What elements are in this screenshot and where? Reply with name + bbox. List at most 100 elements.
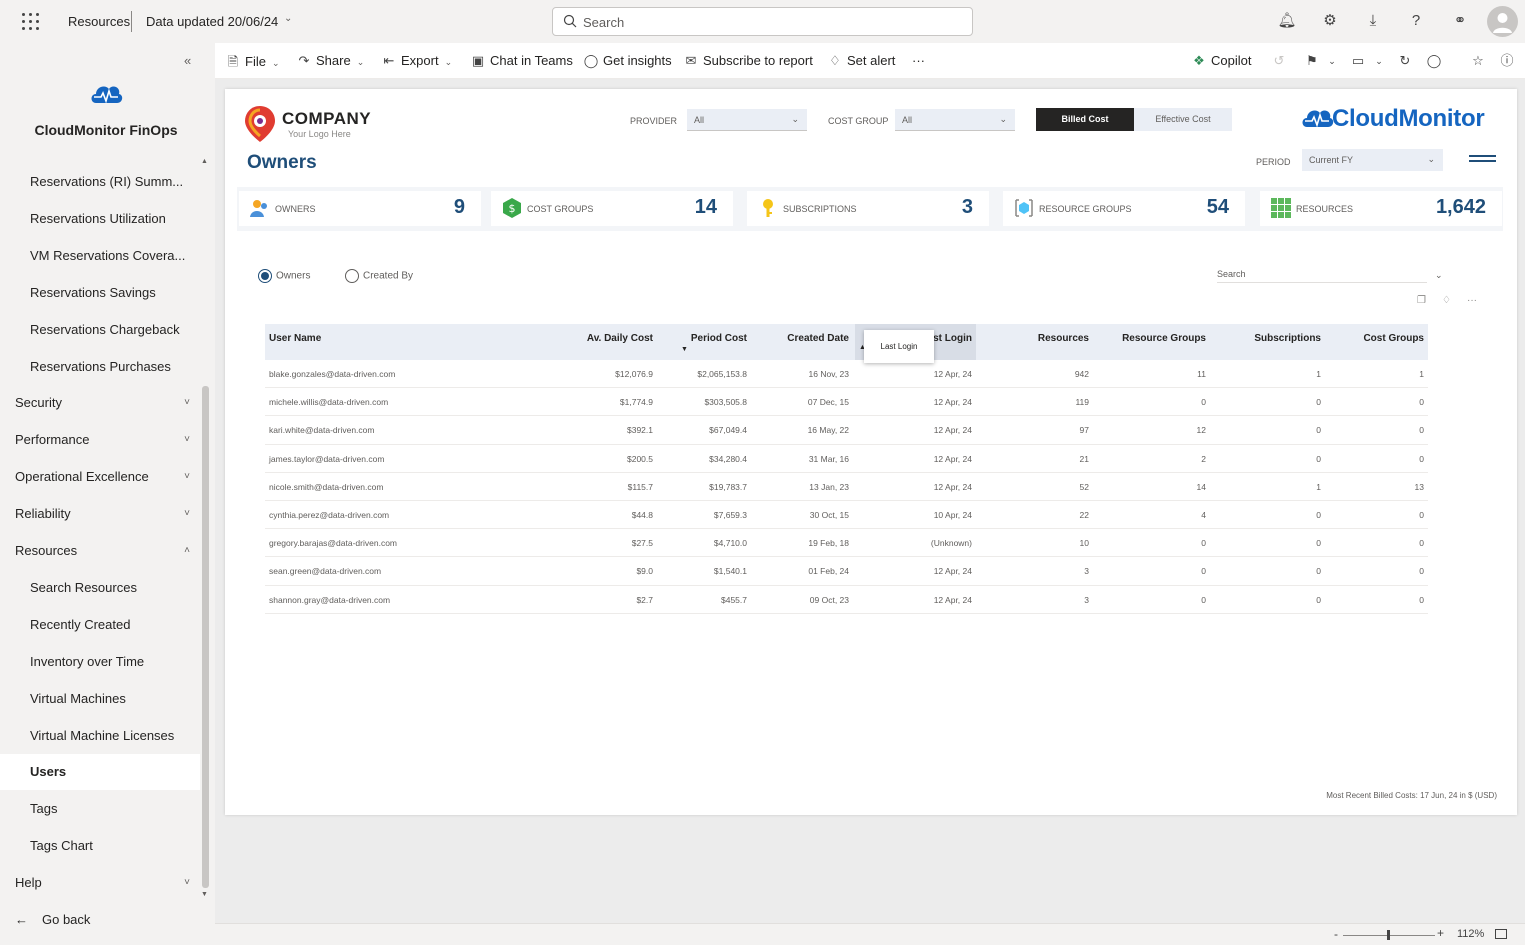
data-updated-label[interactable]: Data updated 20/06/24 <box>146 14 278 29</box>
table-cell: 13 Jan, 23 <box>809 481 849 492</box>
table-cell: $27.5 <box>631 538 653 549</box>
provider-filter-dropdown[interactable]: All ⌄ <box>687 109 807 131</box>
help-question-icon[interactable]: ? <box>1406 11 1426 31</box>
more-options-button[interactable]: ··· <box>912 53 925 68</box>
export-menu[interactable]: ⇤ Export ⌄ <box>381 53 453 69</box>
global-search-input[interactable]: Search <box>552 7 973 36</box>
table-cell: 0 <box>1201 566 1206 577</box>
sidebar-item-tags[interactable]: Tags <box>0 791 200 827</box>
sidebar-item-resources[interactable]: Resources ˄ <box>0 533 200 569</box>
copy-visual-icon[interactable]: ❐ <box>1417 295 1426 306</box>
chevron-down-icon[interactable]: ⌄ <box>1435 270 1443 281</box>
sidebar-item-recently-created[interactable]: Recently Created <box>0 607 200 643</box>
share-people-icon[interactable]: ⚭ <box>1450 11 1470 31</box>
view-icon[interactable]: ▭ <box>1349 52 1367 70</box>
sidebar-item-operational-excellence[interactable]: Operational Excellence ˅ <box>0 459 200 495</box>
cost-group-filter-dropdown[interactable]: All ⌄ <box>895 109 1015 131</box>
table-row[interactable]: blake.gonzales@data-driven.com $12,076.9 $… <box>265 360 1428 389</box>
column-header-av-daily-cost[interactable]: Av. Daily Cost <box>515 324 653 360</box>
sidebar-item-label: Virtual Machine Licenses <box>30 727 175 743</box>
table-row[interactable]: james.taylor@data-driven.com $200.5 $34,28… <box>265 445 1428 473</box>
sidebar-item-inventory-over-time[interactable]: Inventory over Time <box>0 644 200 680</box>
sidebar-item-vm-reservations-covera[interactable]: VM Reservations Covera... <box>0 238 200 274</box>
table-row[interactable]: cynthia.perez@data-driven.com $44.8 $7,659… <box>265 501 1428 530</box>
sidebar-item-virtual-machines[interactable]: Virtual Machines <box>0 681 200 717</box>
company-logo-icon <box>245 106 275 142</box>
notifications-bell-icon[interactable]: 🔔︎ <box>1277 11 1297 31</box>
sidebar-item-security[interactable]: Security ˅ <box>0 385 200 421</box>
hamburger-menu-icon[interactable] <box>1469 155 1496 167</box>
settings-gear-icon[interactable]: ⚙ <box>1320 11 1340 31</box>
scroll-down-arrow[interactable]: ▼ <box>201 891 208 898</box>
collapse-sidebar-icon[interactable]: « <box>184 53 191 68</box>
table-row[interactable]: kari.white@data-driven.com $392.1 $67,049.… <box>265 416 1428 445</box>
owners-radio[interactable]: Owners <box>258 269 310 283</box>
created-by-radio[interactable]: Created By <box>345 269 413 283</box>
table-row[interactable]: shannon.gray@data-driven.com $2.7 $455.7 09… <box>265 586 1428 614</box>
sidebar-item-reservations-ri-summ[interactable]: Reservations (RI) Summ... <box>0 164 200 200</box>
table-row[interactable]: nicole.smith@data-driven.com $115.7 $19,78… <box>265 473 1428 501</box>
chat-in-teams-button[interactable]: ▣ Chat in Teams <box>470 53 573 69</box>
table-row[interactable]: gregory.barajas@data-driven.com $27.5 $4,7… <box>265 529 1428 558</box>
fit-to-page-icon[interactable] <box>1495 929 1507 939</box>
sidebar-item-users[interactable]: Users <box>0 754 200 791</box>
zoom-level[interactable]: 112% <box>1457 928 1484 940</box>
refresh-icon[interactable]: ↻ <box>1396 52 1414 70</box>
table-search-input[interactable]: Search <box>1217 269 1427 283</box>
subscribe-button[interactable]: ✉ Subscribe to report <box>683 53 813 69</box>
share-menu[interactable]: ↷ Share ⌄ <box>296 53 365 69</box>
sidebar-item-label: Search Resources <box>30 579 137 595</box>
zoom-out-button[interactable]: - <box>1334 927 1338 941</box>
chevron-down-icon[interactable]: ⌄ <box>1323 52 1341 70</box>
pin-alert-icon[interactable]: ♢ <box>1442 295 1451 306</box>
table-cell: 07 Dec, 15 <box>807 397 849 408</box>
sidebar-item-reservations-purchases[interactable]: Reservations Purchases <box>0 349 200 385</box>
undo-icon[interactable]: ↺ <box>1270 52 1288 70</box>
copilot-button[interactable]: ❖ Copilot <box>1191 53 1251 69</box>
scroll-up-arrow[interactable]: ▲ <box>201 158 208 165</box>
column-header-resources[interactable]: Resources <box>1005 324 1089 360</box>
user-avatar[interactable] <box>1487 6 1518 37</box>
column-header-user-name[interactable]: User Name <box>269 324 469 360</box>
billed-cost-toggle[interactable]: Billed Cost <box>1036 108 1134 131</box>
period-filter-dropdown[interactable]: Current FY ⌄ <box>1302 149 1443 171</box>
get-insights-button[interactable]: ◯ Get insights <box>583 53 672 69</box>
column-header-created-date[interactable]: Created Date <box>765 324 849 360</box>
effective-cost-toggle[interactable]: Effective Cost <box>1134 108 1232 131</box>
breadcrumb[interactable]: Resources <box>68 14 130 29</box>
column-header-subscriptions[interactable]: Subscriptions <box>1225 324 1321 360</box>
more-options-icon[interactable]: ··· <box>1467 295 1477 306</box>
comment-icon[interactable]: ◯ <box>1425 52 1443 70</box>
set-alert-button[interactable]: ♢ Set alert <box>827 53 895 69</box>
table-row[interactable]: michele.willis@data-driven.com $1,774.9 $3… <box>265 388 1428 417</box>
column-header-period-cost[interactable]: Period Cost <box>675 324 747 360</box>
sidebar-item-reservations-utilization[interactable]: Reservations Utilization <box>0 201 200 237</box>
sidebar-item-search-resources[interactable]: Search Resources <box>0 570 200 606</box>
info-icon[interactable]: ⓘ <box>1498 52 1516 70</box>
favorite-star-icon[interactable]: ☆ <box>1469 52 1487 70</box>
download-icon[interactable]: ⤓ <box>1363 11 1383 31</box>
sidebar-item-reservations-chargeback[interactable]: Reservations Chargeback <box>0 312 200 348</box>
sidebar-item-help[interactable]: Help ˅ <box>0 865 200 901</box>
file-label: File <box>245 54 266 69</box>
column-header-resource-groups[interactable]: Resource Groups <box>1105 324 1206 360</box>
table-cell: 16 May, 22 <box>807 425 849 436</box>
chevron-down-icon[interactable]: ⌄ <box>1370 52 1388 70</box>
chevron-down-icon[interactable]: ⌄ <box>284 13 292 24</box>
sidebar-scrollbar[interactable] <box>202 386 209 888</box>
sidebar-item-reservations-savings[interactable]: Reservations Savings <box>0 275 200 311</box>
column-header-cost-groups[interactable]: Cost Groups <box>1335 324 1424 360</box>
sidebar-item-tags-chart[interactable]: Tags Chart <box>0 828 200 864</box>
app-launcher-icon[interactable] <box>22 13 40 31</box>
sidebar-item-go-back[interactable]: ← Go back <box>0 902 200 938</box>
bookmark-icon[interactable]: ⚑ <box>1303 52 1321 70</box>
sidebar-item-reliability[interactable]: Reliability ˅ <box>0 496 200 532</box>
kpi-label: COST GROUPS <box>527 204 594 214</box>
zoom-slider-thumb[interactable] <box>1387 930 1391 940</box>
file-menu[interactable]: 🗎︎ File ⌄ <box>225 53 280 75</box>
zoom-in-button[interactable]: + <box>1437 926 1444 940</box>
sidebar-item-performance[interactable]: Performance ˅ <box>0 422 200 458</box>
report-page: COMPANY Your Logo Here Owners PROVIDER A… <box>225 89 1517 815</box>
sidebar-item-virtual-machine-licenses[interactable]: Virtual Machine Licenses <box>0 718 200 754</box>
table-row[interactable]: sean.green@data-driven.com $9.0 $1,540.1 01… <box>265 557 1428 586</box>
